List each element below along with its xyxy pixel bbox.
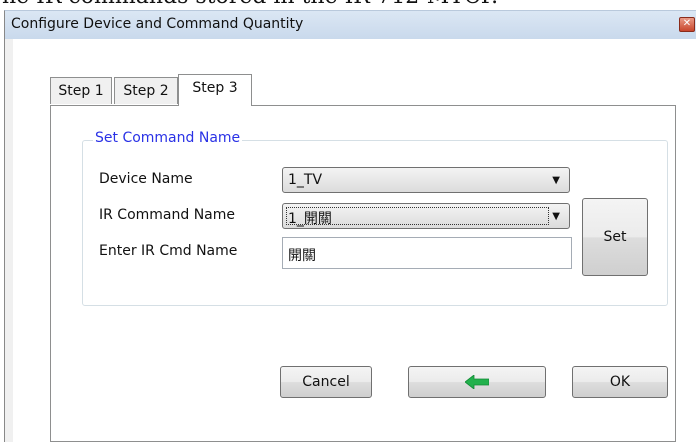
ir-command-name-value: 1_開關 bbox=[288, 211, 332, 227]
dialog-window: Configure Device and Command Quantity ✕ … bbox=[4, 10, 696, 442]
ir-command-name-label: IR Command Name bbox=[99, 207, 236, 223]
title-bar[interactable]: Configure Device and Command Quantity ✕ bbox=[5, 11, 696, 39]
cancel-button[interactable]: Cancel bbox=[280, 366, 372, 398]
tab-step-1[interactable]: Step 1 bbox=[50, 77, 112, 104]
device-name-label: Device Name bbox=[99, 171, 193, 187]
chevron-down-icon: ▼ bbox=[552, 211, 560, 222]
close-icon: ✕ bbox=[682, 18, 692, 29]
set-button[interactable]: Set bbox=[582, 198, 648, 276]
ir-command-name-dropdown[interactable]: 1_開關 ▼ bbox=[282, 203, 570, 229]
chevron-down-icon: ▼ bbox=[552, 175, 560, 186]
window-left-edge bbox=[5, 39, 13, 442]
background-document-text: ne IR commands stored in the IR-712-MTCP… bbox=[0, 0, 696, 8]
device-name-dropdown[interactable]: 1_TV ▼ bbox=[282, 167, 570, 193]
window-title: Configure Device and Command Quantity bbox=[11, 16, 304, 32]
tab-step-2[interactable]: Step 2 bbox=[114, 77, 178, 104]
group-title: Set Command Name bbox=[93, 130, 243, 146]
back-button[interactable] bbox=[408, 366, 546, 398]
tab-panel-step-3: Set Command Name Device Name 1_TV ▼ IR C… bbox=[50, 105, 676, 442]
device-name-value: 1_TV bbox=[288, 172, 323, 188]
dialog-client-area: Step 1 Step 2 Step 3 Set Command Name De… bbox=[13, 39, 696, 442]
ir-cmd-name-input[interactable]: 開關 bbox=[282, 237, 572, 269]
ok-button[interactable]: OK bbox=[572, 366, 668, 398]
tab-step-3[interactable]: Step 3 bbox=[178, 74, 252, 106]
back-arrow-icon bbox=[465, 375, 489, 389]
enter-ir-cmd-name-label: Enter IR Cmd Name bbox=[99, 243, 238, 259]
set-command-name-group: Set Command Name Device Name 1_TV ▼ IR C… bbox=[82, 130, 668, 306]
close-button[interactable]: ✕ bbox=[679, 17, 695, 32]
